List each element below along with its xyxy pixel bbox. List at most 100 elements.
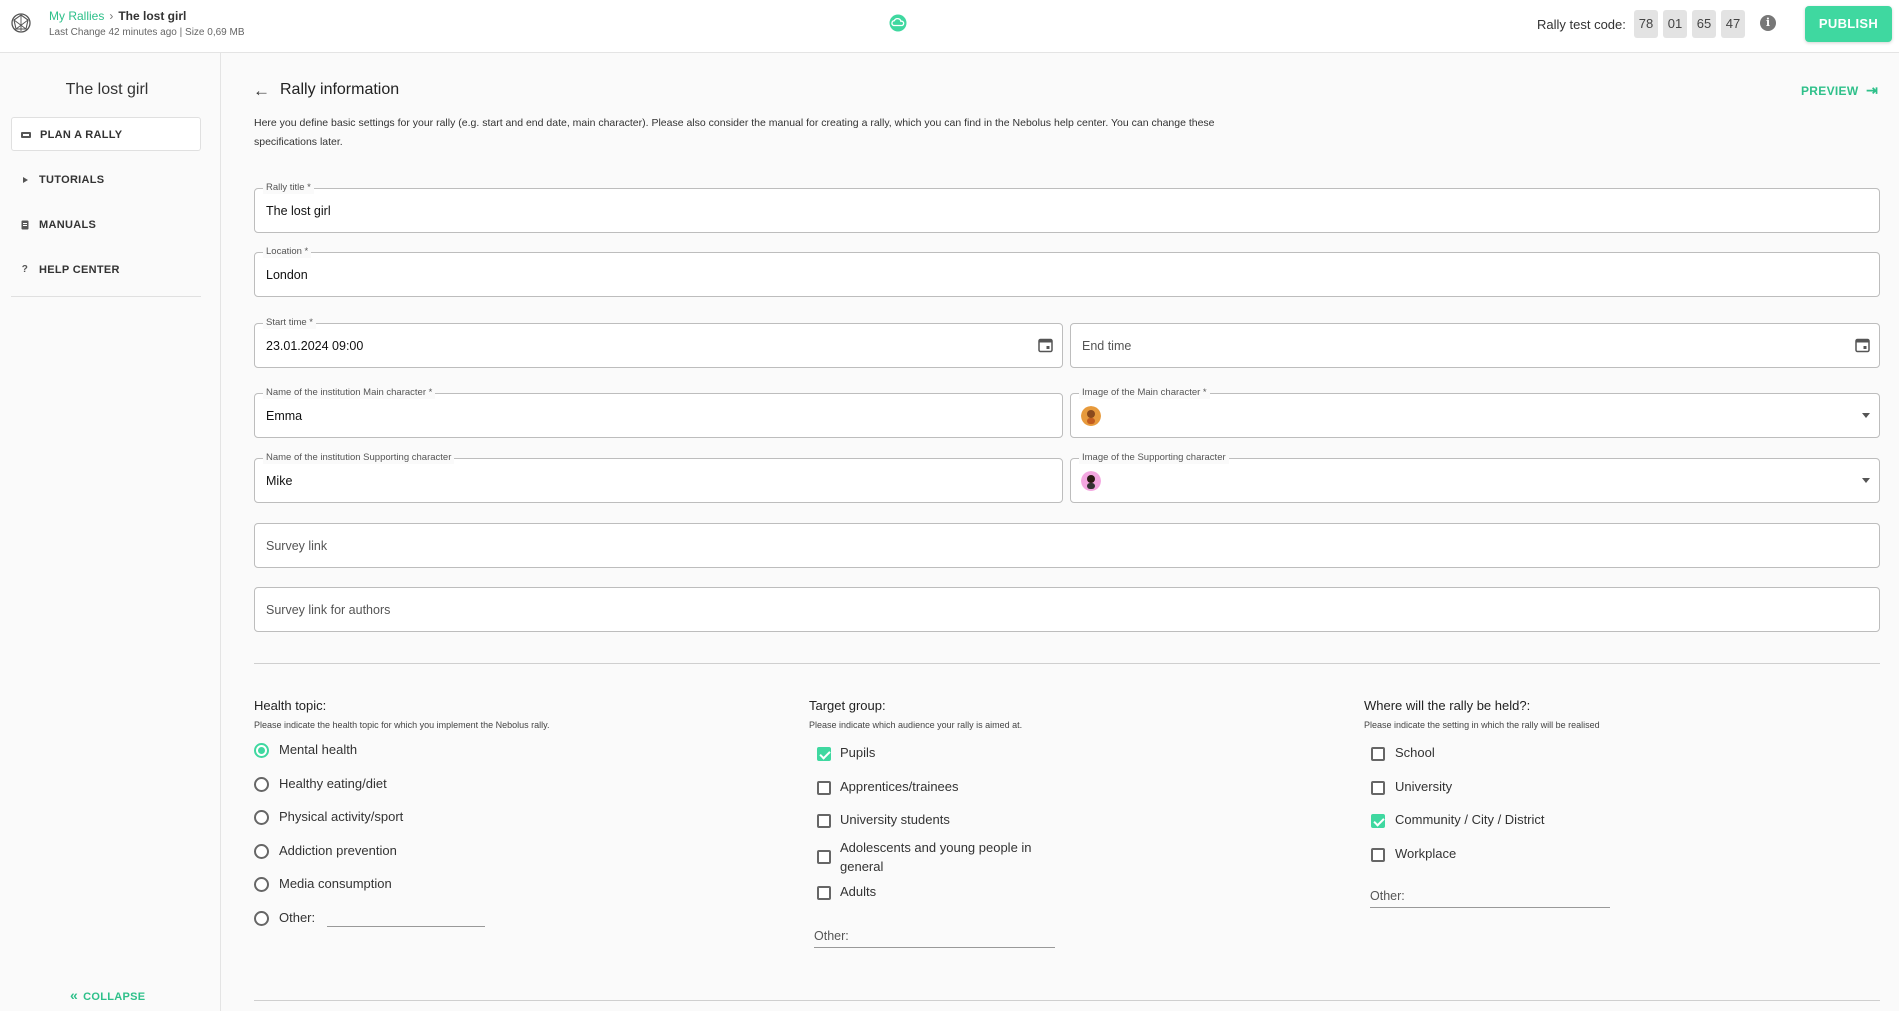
option-label: Adolescents and young people in: [840, 840, 1032, 855]
checkbox-apprentices[interactable]: [817, 781, 831, 795]
target-group-subtitle: Please indicate which audience your rall…: [809, 720, 1023, 730]
last-change-meta: Last Change 42 minutes ago | Size 0,69 M…: [49, 27, 245, 38]
option-label: Workplace: [1395, 846, 1457, 861]
supporting-character-avatar: [1081, 471, 1101, 491]
sidebar-item-plan-a-rally[interactable]: PLAN A RALLY: [11, 117, 201, 151]
breadcrumb-current: The lost girl: [118, 9, 187, 23]
location-field[interactable]: Location * London: [254, 246, 1880, 297]
field-label: Start time *: [263, 317, 316, 329]
breadcrumb: My Rallies › The lost girl: [49, 9, 186, 23]
ticket-icon: [21, 132, 31, 138]
sidebar: The lost girl PLAN A RALLY TUTORIALS MAN…: [0, 53, 221, 1011]
checkbox-school[interactable]: [1371, 747, 1385, 761]
sidebar-item-tutorials[interactable]: TUTORIALS: [11, 163, 201, 197]
field-value: The lost girl: [266, 204, 331, 218]
intro-line: Here you define basic settings for your …: [254, 117, 1215, 129]
sidebar-item-label: PLAN A RALLY: [40, 129, 123, 141]
option-label: general: [840, 859, 884, 874]
radio-other[interactable]: [254, 911, 269, 926]
main-character-image-select[interactable]: Image of the Main character *: [1070, 387, 1880, 438]
supporting-character-name-field[interactable]: Name of the institution Supporting chara…: [254, 452, 1063, 503]
document-icon: [21, 220, 29, 230]
publish-button[interactable]: PUBLISH: [1805, 6, 1892, 42]
sidebar-item-label: TUTORIALS: [39, 174, 105, 186]
checkbox-university[interactable]: [1371, 781, 1385, 795]
page-title: Rally information: [280, 81, 400, 98]
field-placeholder: End time: [1082, 339, 1132, 353]
rally-setting-other-label: Other:: [1370, 889, 1405, 903]
field-placeholder: Survey link for authors: [266, 603, 391, 617]
rally-setting-title: Where will the rally be held?:: [1364, 698, 1531, 713]
calendar-icon[interactable]: [1855, 337, 1870, 353]
field-placeholder: Survey link: [266, 539, 328, 553]
calendar-icon[interactable]: [1038, 337, 1053, 353]
info-icon[interactable]: i: [1760, 15, 1776, 31]
health-topic-other-input[interactable]: [327, 926, 485, 927]
end-time-field[interactable]: End time: [1070, 323, 1880, 368]
field-value: Mike: [266, 474, 293, 488]
test-code-digit: 01: [1663, 10, 1687, 38]
supporting-character-image-select[interactable]: Image of the Supporting character: [1070, 452, 1880, 503]
radio-addiction-prevention[interactable]: [254, 844, 269, 859]
sidebar-item-manuals[interactable]: MANUALS: [11, 208, 201, 242]
main-content: ← Rally information PREVIEW ⇥ Here you d…: [221, 53, 1899, 1011]
sidebar-item-label: MANUALS: [39, 219, 97, 231]
radio-mental-health[interactable]: [254, 743, 269, 758]
survey-link-field[interactable]: Survey link: [254, 523, 1880, 568]
option-label: University students: [840, 812, 950, 827]
start-time-field[interactable]: Start time * 23.01.2024 09:00: [254, 317, 1063, 368]
collapse-label: COLLAPSE: [83, 991, 146, 1003]
field-value: London: [266, 268, 308, 282]
option-label: Pupils: [840, 745, 876, 760]
main-character-name-field[interactable]: Name of the institution Main character *…: [254, 387, 1063, 438]
breadcrumb-separator: ›: [109, 9, 114, 23]
option-label: Apprentices/trainees: [840, 779, 959, 794]
option-label: University: [1395, 779, 1453, 794]
sidebar-item-label: HELP CENTER: [39, 264, 120, 276]
dropdown-arrow-icon: [1862, 413, 1870, 418]
preview-button[interactable]: PREVIEW ⇥: [1801, 82, 1878, 99]
option-label: Mental health: [279, 742, 358, 757]
rally-title-field[interactable]: Rally title * The lost girl: [254, 182, 1880, 233]
test-code-digit: 47: [1721, 10, 1745, 38]
app-logo-icon[interactable]: [10, 12, 32, 34]
field-label: Image of the Supporting character: [1079, 452, 1229, 464]
sidebar-item-help-center[interactable]: ? HELP CENTER: [11, 253, 201, 287]
breadcrumb-my-rallies[interactable]: My Rallies: [49, 9, 104, 23]
radio-media-consumption[interactable]: [254, 877, 269, 892]
sidebar-divider: [11, 296, 201, 297]
rally-setting-other-input[interactable]: [1370, 907, 1610, 908]
field-label: Image of the Main character *: [1079, 387, 1210, 399]
checkbox-university-students[interactable]: [817, 814, 831, 828]
field-label: Location *: [263, 246, 312, 258]
checkbox-community[interactable]: [1371, 814, 1385, 828]
checkbox-adolescents[interactable]: [817, 850, 831, 864]
checkbox-adults[interactable]: [817, 886, 831, 900]
option-label: School: [1395, 745, 1435, 760]
section-divider: [254, 663, 1880, 664]
main-character-avatar: [1081, 406, 1101, 426]
field-value: Emma: [266, 409, 303, 423]
checkbox-workplace[interactable]: [1371, 848, 1385, 862]
intro-line: specifications later.: [254, 136, 343, 148]
back-arrow-icon[interactable]: ←: [253, 81, 270, 101]
rally-setting-subtitle: Please indicate the setting in which the…: [1364, 720, 1600, 730]
survey-link-authors-field[interactable]: Survey link for authors: [254, 587, 1880, 632]
test-code-digit: 65: [1692, 10, 1716, 38]
target-group-other-label: Other:: [814, 929, 849, 943]
target-group-other-input[interactable]: [814, 947, 1055, 948]
play-icon: [23, 177, 28, 183]
field-label: Rally title *: [263, 182, 314, 194]
field-value: 23.01.2024 09:00: [266, 339, 364, 353]
dropdown-arrow-icon: [1862, 478, 1870, 483]
radio-healthy-eating[interactable]: [254, 777, 269, 792]
checkbox-pupils[interactable]: [817, 747, 831, 761]
target-group-title: Target group:: [809, 698, 886, 713]
option-label: Media consumption: [279, 876, 392, 891]
option-label: Addiction prevention: [279, 843, 397, 858]
sidebar-rally-title: The lost girl: [65, 81, 149, 98]
double-chevron-left-icon: «: [70, 987, 79, 1003]
radio-physical-activity[interactable]: [254, 810, 269, 825]
option-label: Physical activity/sport: [279, 809, 404, 824]
collapse-button[interactable]: « COLLAPSE: [70, 987, 145, 1003]
